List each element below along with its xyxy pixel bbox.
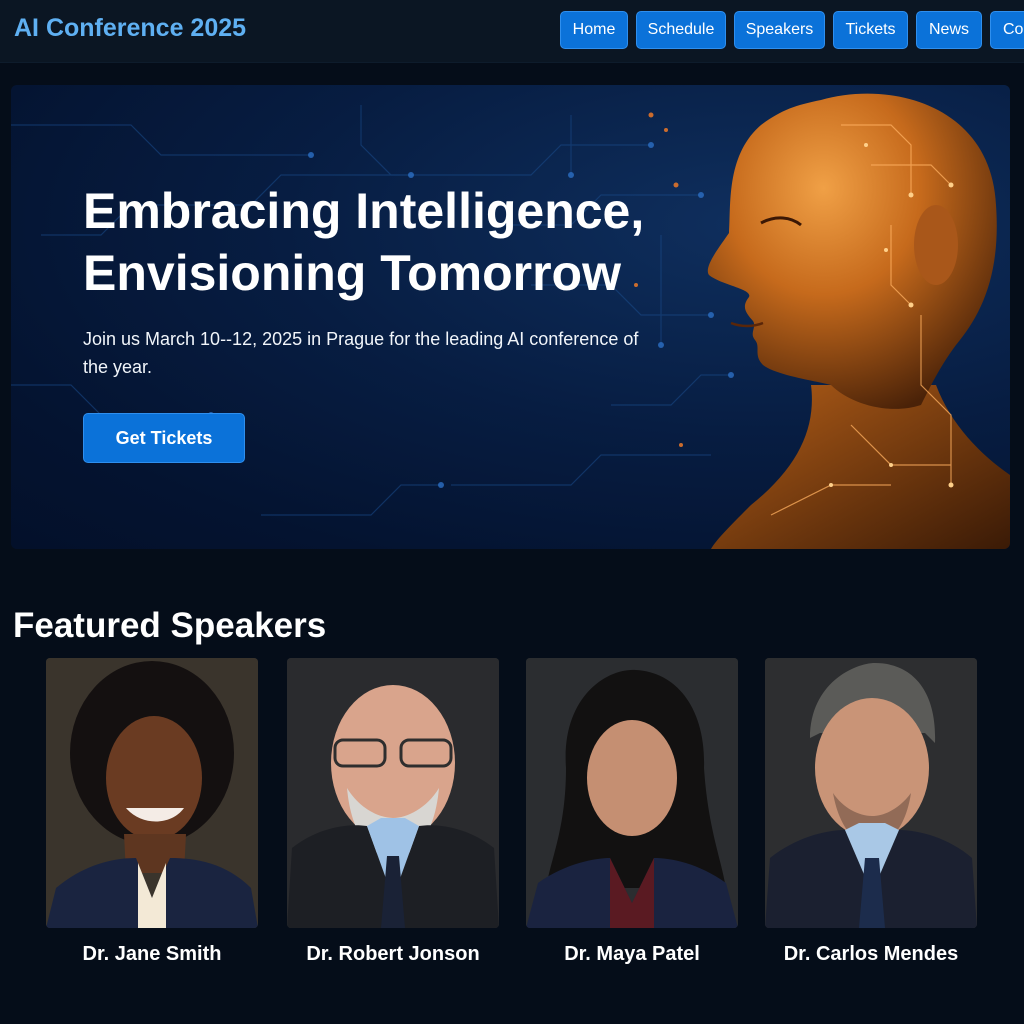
- nav-speakers-button[interactable]: Speakers: [734, 11, 825, 49]
- speaker-name: Dr. Carlos Mendes: [783, 943, 959, 965]
- nav-home-button[interactable]: Home: [560, 11, 628, 49]
- speaker-card[interactable]: Dr. Maya Patel: [526, 658, 738, 965]
- hero-headline-line2: Envisioning Tomorrow: [83, 245, 621, 301]
- speaker-card[interactable]: Dr. Robert Jonson: [287, 658, 499, 965]
- speaker-name: Dr. Robert Jonson: [306, 943, 480, 965]
- speaker-name: Dr. Jane Smith: [82, 943, 222, 965]
- speaker-photo: [287, 658, 499, 928]
- speaker-card[interactable]: Dr. Jane Smith: [46, 658, 258, 965]
- nav-contact-button[interactable]: Co: [990, 11, 1024, 49]
- hero-headline: Embracing Intelligence, Envisioning Tomo…: [83, 180, 644, 304]
- top-navbar: AI Conference 2025 Home Schedule Speaker…: [0, 0, 1024, 63]
- speaker-name: Dr. Maya Patel: [564, 943, 700, 965]
- hero-banner: Embracing Intelligence, Envisioning Tomo…: [11, 85, 1010, 549]
- featured-speakers-heading: Featured Speakers: [13, 606, 327, 645]
- speaker-photo: [46, 658, 258, 928]
- site-brand[interactable]: AI Conference 2025: [14, 14, 246, 43]
- nav-tickets-button[interactable]: Tickets: [833, 11, 908, 49]
- ai-head-image: [707, 93, 1010, 549]
- speaker-photo: [526, 658, 738, 928]
- speaker-photo: [765, 658, 977, 928]
- speaker-card[interactable]: Dr. Carlos Mendes: [765, 658, 977, 965]
- nav-schedule-button[interactable]: Schedule: [636, 11, 726, 49]
- hero-subtitle: Join us March 10--12, 2025 in Prague for…: [83, 329, 639, 377]
- hero-headline-line1: Embracing Intelligence,: [83, 183, 645, 239]
- get-tickets-button[interactable]: Get Tickets: [83, 413, 245, 463]
- nav-news-button[interactable]: News: [916, 11, 982, 49]
